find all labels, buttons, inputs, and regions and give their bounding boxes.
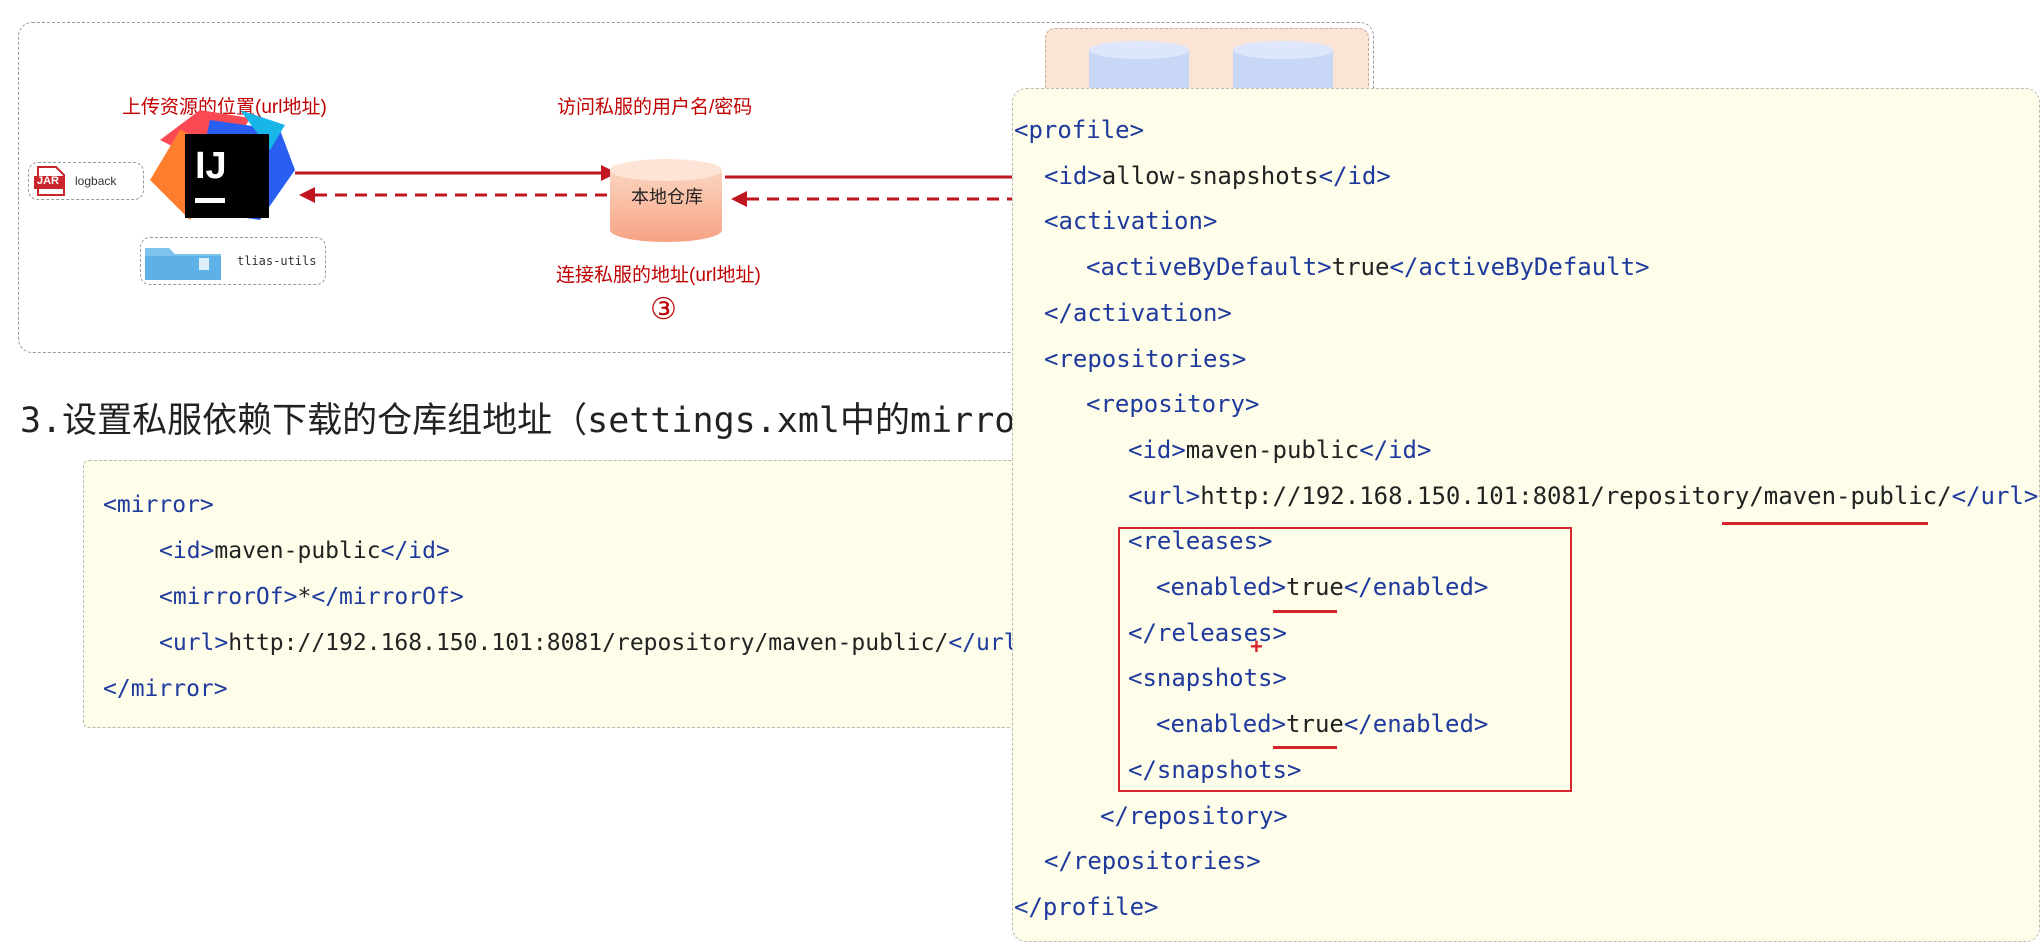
jar-name: logback — [75, 174, 117, 188]
xml-value: allow-snapshots — [1101, 161, 1319, 190]
folder-icon — [145, 248, 221, 280]
xml-tag: <id> — [1044, 161, 1102, 190]
xml-tag: <id> — [159, 538, 215, 564]
cursor-crosshair-icon: + — [1250, 634, 1263, 659]
code-line: <id>maven-public</id> — [159, 538, 450, 564]
utils-name: tlias-utils — [237, 254, 317, 268]
intellij-idea-icon: IJ — [150, 110, 295, 220]
xml-tag: </id> — [1359, 435, 1432, 464]
step-number: ③ — [650, 293, 677, 326]
xml-tag: </repository> — [1100, 801, 1288, 830]
code-line: <repository> — [1086, 390, 1259, 418]
logback-jar-chip: JAR logback — [28, 162, 144, 200]
xml-tag: </mirrorOf> — [311, 584, 464, 610]
xml-value: true — [1331, 253, 1390, 282]
code-line: <activation> — [1044, 207, 1217, 235]
code-line: <profile> — [1014, 116, 1144, 144]
tlias-utils-chip: tlias-utils — [140, 237, 326, 285]
xml-tag: <repository> — [1086, 390, 1260, 419]
xml-tag: </id> — [380, 538, 450, 564]
snapshots-true-underline — [1273, 746, 1337, 749]
xml-value: http://192.168.150.101:8081/repository/m… — [228, 630, 949, 656]
code-line: </profile> — [1014, 893, 1159, 921]
code-line: <url>http://192.168.150.101:8081/reposit… — [159, 630, 1031, 656]
xml-tag: <mirror> — [103, 492, 214, 518]
xml-value: maven-public — [1185, 435, 1360, 464]
xml-tag: <profile> — [1014, 116, 1145, 144]
code-line: </repositories> — [1044, 847, 1261, 875]
url-underline — [1722, 522, 1928, 525]
code-line: </repository> — [1100, 802, 1288, 830]
xml-tag: </id> — [1318, 161, 1391, 190]
code-line: </activation> — [1044, 299, 1232, 327]
code-line: <mirror> — [103, 492, 214, 518]
jar-badge: JAR — [37, 175, 60, 187]
xml-value: maven-public — [214, 538, 381, 564]
xml-tag: <url> — [159, 630, 229, 656]
xml-tag: </repositories> — [1044, 847, 1261, 876]
xml-tag: </mirror> — [103, 676, 228, 702]
section-heading: 3.设置私服依赖下载的仓库组地址（settings.xml中的mirro — [20, 401, 1016, 441]
xml-tag: <activation> — [1044, 207, 1218, 236]
xml-tag: <activeByDefault> — [1086, 253, 1332, 282]
xml-tag: <id> — [1128, 435, 1186, 464]
code-line: <id>allow-snapshots</id> — [1044, 162, 1391, 190]
xml-tag: <url> — [1128, 481, 1201, 510]
code-line: <mirrorOf>*</mirrorOf> — [159, 584, 464, 610]
code-line: <id>maven-public</id> — [1128, 436, 1431, 464]
xml-value: * — [297, 584, 312, 610]
xml-tag: </profile> — [1014, 892, 1159, 921]
credentials-label: 访问私服的用户名/密码 — [557, 97, 753, 118]
xml-tag: </activeByDefault> — [1389, 253, 1650, 282]
xml-tag: <repositories> — [1044, 344, 1247, 373]
releases-snapshots-highlight-box — [1118, 527, 1572, 792]
xml-tag: <mirrorOf> — [159, 584, 298, 610]
connect-address-label: 连接私服的地址(url地址) — [556, 265, 761, 286]
code-line: <activeByDefault>true</activeByDefault> — [1086, 253, 1650, 281]
local-repository-label: 本地仓库 — [631, 187, 703, 207]
ij-text: IJ — [195, 145, 227, 187]
code-line: </mirror> — [103, 676, 228, 702]
code-line: <url>http://192.168.150.101:8081/reposit… — [1128, 482, 2038, 510]
code-line: <repositories> — [1044, 345, 1246, 373]
xml-tag: </activation> — [1044, 298, 1232, 327]
xml-tag: </url> — [1951, 481, 2039, 510]
releases-true-underline — [1273, 610, 1337, 613]
xml-value: http://192.168.150.101:8081/repository/m… — [1200, 481, 1952, 510]
